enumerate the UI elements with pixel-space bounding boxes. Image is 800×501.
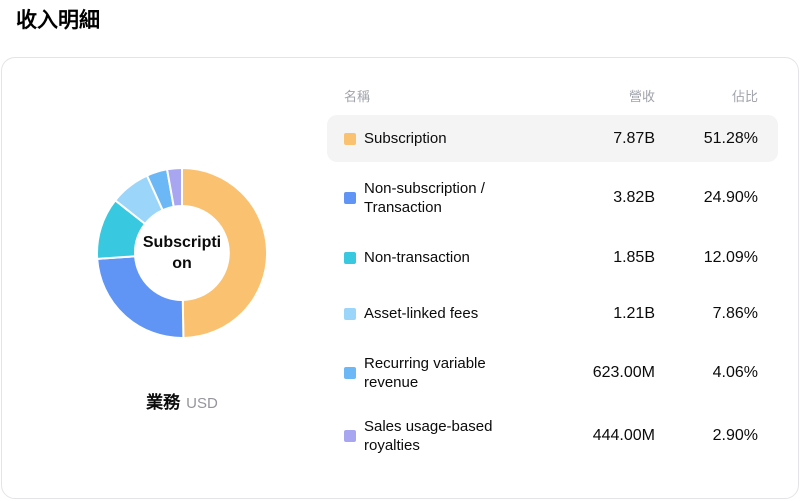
series-name: Recurring variable revenue [364, 354, 545, 392]
table-row[interactable]: Non-transaction 1.85B 12.09% [327, 234, 778, 281]
chart-footer-label: 業務 [146, 393, 180, 412]
header-name: 名稱 [344, 86, 545, 105]
chart-footer-unit: USD [186, 395, 218, 412]
series-share: 7.86% [655, 305, 758, 323]
series-share: 51.28% [655, 130, 758, 148]
breakdown-table: 名稱 營收 佔比 Subscription 7.87B 51.28% Non-s… [327, 58, 778, 472]
series-name: Non-subscription / Transaction [364, 179, 545, 217]
series-share: 2.90% [655, 427, 758, 445]
series-name: Asset-linked fees [364, 304, 545, 323]
series-revenue: 444.00M [545, 427, 655, 445]
series-share: 4.06% [655, 364, 758, 382]
series-revenue: 623.00M [545, 364, 655, 382]
series-revenue: 3.82B [545, 189, 655, 207]
series-share: 12.09% [655, 249, 758, 267]
series-revenue: 1.85B [545, 249, 655, 267]
series-color-swatch [344, 367, 356, 379]
series-revenue: 7.87B [545, 130, 655, 148]
table-row[interactable]: Non-subscription / Transaction 3.82B 24.… [327, 171, 778, 225]
series-color-swatch [344, 133, 356, 145]
table-row[interactable]: Asset-linked fees 1.21B 7.86% [327, 290, 778, 337]
donut-svg [96, 167, 268, 339]
table-body: Subscription 7.87B 51.28% Non-subscripti… [327, 115, 778, 463]
series-color-swatch [344, 430, 356, 442]
table-row[interactable]: Recurring variable revenue 623.00M 4.06% [327, 346, 778, 400]
header-share: 佔比 [655, 86, 758, 105]
donut-segment[interactable] [97, 256, 183, 338]
page-title: 收入明細 [16, 4, 100, 34]
series-name: Subscription [364, 129, 545, 148]
series-name: Sales usage-based royalties [364, 417, 545, 455]
table-row[interactable]: Sales usage-based royalties 444.00M 2.90… [327, 409, 778, 463]
donut-chart: Subscription [96, 167, 268, 339]
series-color-swatch [344, 192, 356, 204]
series-revenue: 1.21B [545, 305, 655, 323]
header-revenue: 營收 [545, 86, 655, 105]
chart-footer: 業務 USD [46, 388, 318, 413]
table-header-row: 名稱 營收 佔比 [327, 86, 778, 105]
table-row[interactable]: Subscription 7.87B 51.28% [327, 115, 778, 162]
series-color-swatch [344, 252, 356, 264]
series-color-swatch [344, 308, 356, 320]
series-name: Non-transaction [364, 248, 545, 267]
revenue-breakdown-card: Subscription 業務 USD 名稱 營收 佔比 Subscription… [1, 57, 799, 499]
donut-segment[interactable] [182, 168, 267, 338]
series-share: 24.90% [655, 189, 758, 207]
